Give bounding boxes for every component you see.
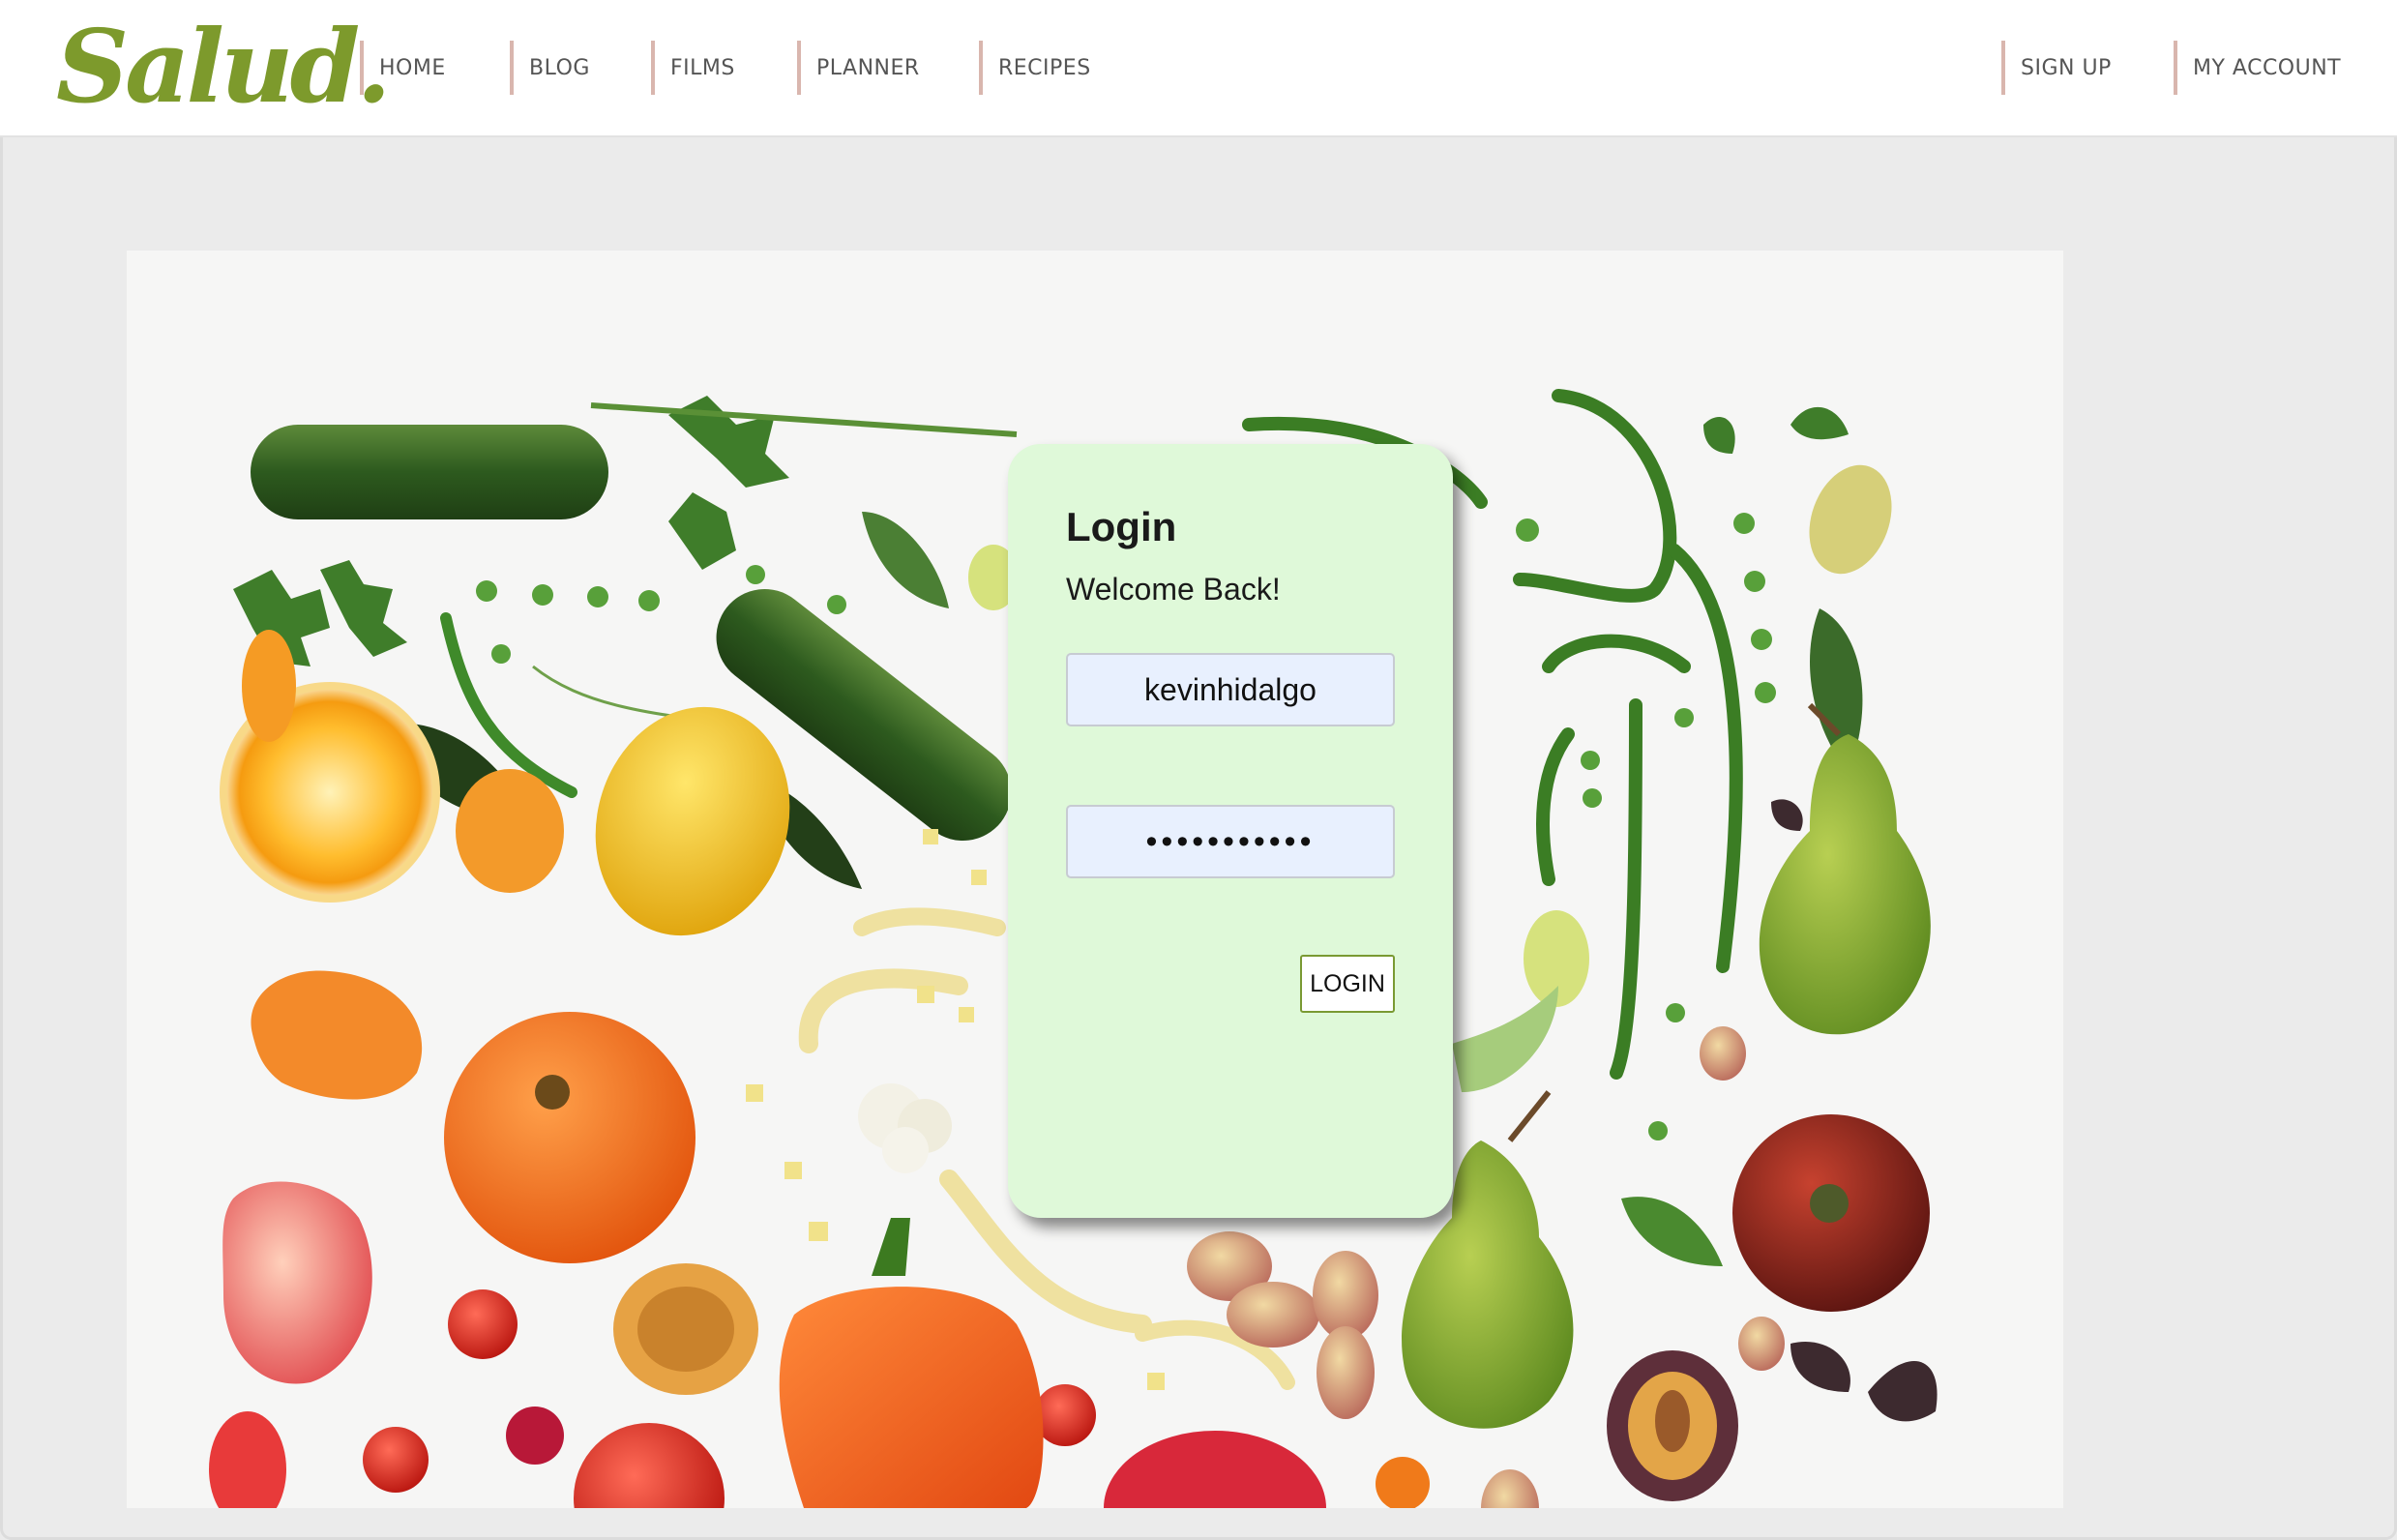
nav-recipes[interactable]: RECIPES [979, 41, 1091, 95]
login-title: Login [1066, 504, 1177, 549]
nav-home[interactable]: HOME [360, 41, 446, 95]
nav-sign-up[interactable]: SIGN UP [2001, 41, 2112, 95]
password-input[interactable] [1066, 805, 1395, 878]
logo[interactable]: Salud. [56, 4, 392, 130]
nav-blog[interactable]: BLOG [510, 41, 590, 95]
nav-my-account[interactable]: MY ACCOUNT [2174, 41, 2341, 95]
login-subtitle: Welcome Back! [1066, 572, 1281, 607]
nav-films[interactable]: FILMS [651, 41, 735, 95]
nav-planner[interactable]: PLANNER [797, 41, 920, 95]
login-button[interactable]: LOGIN [1300, 955, 1395, 1013]
username-input[interactable] [1066, 653, 1395, 726]
site-header: Salud. HOME BLOG FILMS PLANNER RECIPES S… [0, 0, 2397, 137]
login-card: Login Welcome Back! LOGIN [1008, 444, 1453, 1218]
